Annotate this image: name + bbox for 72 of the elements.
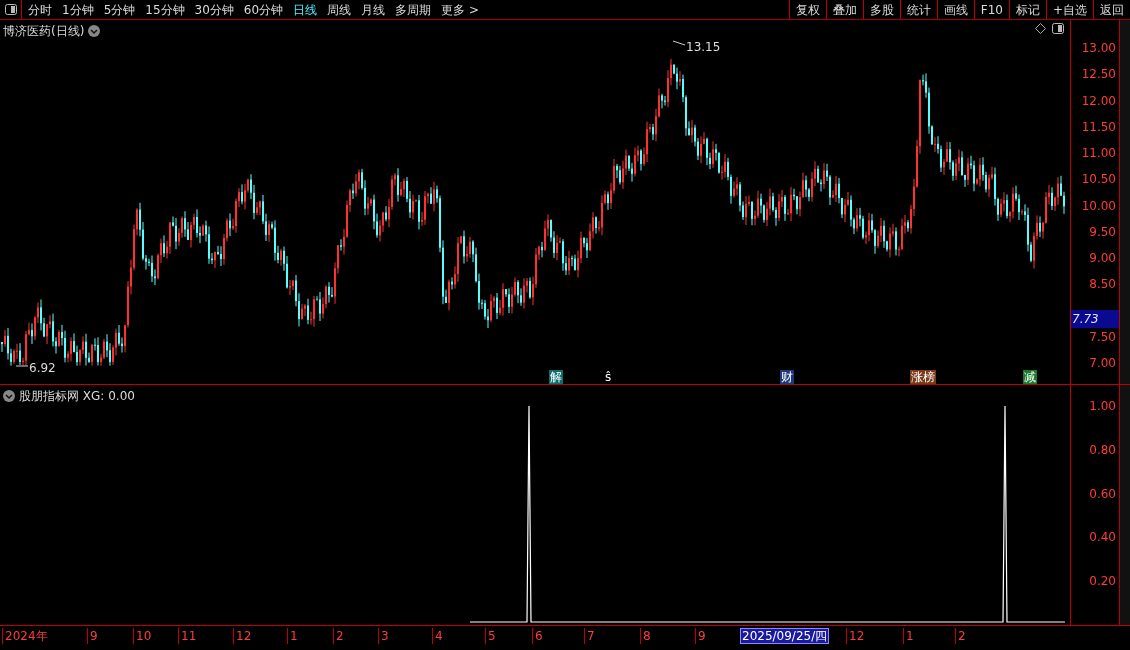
diamond-icon[interactable] xyxy=(1035,23,1046,34)
toolbar-button[interactable]: 复权 xyxy=(788,0,826,19)
price-axis-label: 9.50 xyxy=(1089,223,1116,240)
date-axis-label: 4 xyxy=(432,628,443,644)
price-axis-label: 12.00 xyxy=(1081,92,1116,109)
toolbar-button[interactable]: +自选 xyxy=(1045,0,1093,19)
indicator-axis-label: 0.80 xyxy=(1089,441,1116,458)
leader-line xyxy=(15,365,29,367)
indicator-axis-label: 0.40 xyxy=(1089,529,1116,546)
panel-toggle-icon[interactable] xyxy=(1052,23,1064,34)
price-axis-label: 7.50 xyxy=(1089,328,1116,345)
date-axis-label: 2 xyxy=(955,628,966,644)
period-tab[interactable]: 15分钟 xyxy=(145,0,185,19)
period-tab[interactable]: 更多 > xyxy=(441,0,479,19)
period-tab[interactable]: 月线 xyxy=(361,0,386,19)
date-axis-label: 1 xyxy=(903,628,914,644)
chevron-down-icon[interactable] xyxy=(3,390,15,402)
price-axis-label: 10.00 xyxy=(1081,197,1116,214)
price-axis-label: 7.00 xyxy=(1089,355,1116,371)
date-axis-label: 8 xyxy=(640,628,651,644)
price-axis-label: 11.50 xyxy=(1081,118,1116,135)
current-price-label: 7.73 xyxy=(1071,310,1119,328)
toolbar-button[interactable]: 标记 xyxy=(1008,0,1046,19)
panel-toggle-icon[interactable] xyxy=(4,4,17,15)
toolbar-button[interactable]: 画线 xyxy=(936,0,974,19)
period-tab[interactable]: 多周期 xyxy=(395,0,432,19)
toolbar-button[interactable]: 多股 xyxy=(862,0,900,19)
high-price-label: 13.15 xyxy=(686,39,721,56)
chevron-down-icon[interactable] xyxy=(88,25,101,37)
toolbar-button[interactable]: 叠加 xyxy=(825,0,863,19)
price-axis-label: 13.00 xyxy=(1081,40,1116,56)
cursor-date-label: 2025/09/25/四 xyxy=(740,628,830,644)
date-axis-label: 11 xyxy=(178,628,197,644)
period-tab[interactable]: 60分钟 xyxy=(243,0,284,19)
toolbar-button[interactable]: F10 xyxy=(973,0,1009,19)
toolbar-button[interactable]: 返回 xyxy=(1093,0,1130,19)
date-axis-label: 2 xyxy=(333,628,344,644)
chart-title: 博济医药(日线) xyxy=(3,23,85,40)
period-tab[interactable]: 1分钟 xyxy=(62,0,94,19)
event-tag[interactable]: 减 xyxy=(1023,370,1037,384)
date-axis-label: 1 xyxy=(287,628,298,644)
date-axis-label: 6 xyxy=(532,628,543,644)
period-tab[interactable]: 日线 xyxy=(293,0,318,19)
price-axis-label: 10.50 xyxy=(1081,171,1116,188)
event-tag[interactable]: ŝ xyxy=(604,370,613,384)
date-axis-label: 9 xyxy=(87,628,98,644)
price-axis-label: 9.00 xyxy=(1089,250,1116,266)
period-tab[interactable]: 5分钟 xyxy=(103,0,136,19)
date-axis-label: 3 xyxy=(378,628,389,644)
indicator-title: 股朋指标网 XG: 0.00 xyxy=(19,388,135,405)
indicator-axis-label: 0.60 xyxy=(1089,485,1116,502)
period-tab[interactable]: 30分钟 xyxy=(194,0,234,19)
date-axis-label: 12 xyxy=(846,628,865,644)
period-tab[interactable]: 周线 xyxy=(327,0,352,19)
date-axis-label: 7 xyxy=(584,628,595,644)
price-axis-label: 8.50 xyxy=(1089,276,1116,293)
low-price-label: 6.92 xyxy=(29,360,56,377)
event-tag[interactable]: 涨榜 xyxy=(910,370,936,384)
toolbar-button[interactable]: 统计 xyxy=(899,0,937,19)
leader-line xyxy=(672,40,686,46)
period-tab[interactable]: 分时 xyxy=(28,0,52,19)
date-axis-label: 10 xyxy=(133,628,152,644)
event-tag[interactable]: 解 xyxy=(549,370,563,384)
event-tag[interactable]: 财 xyxy=(780,370,794,384)
date-axis-label: 2024年 xyxy=(2,628,48,644)
date-axis-label: 12 xyxy=(233,628,252,644)
date-axis-label: 9 xyxy=(695,628,706,644)
indicator-axis-label: 0.20 xyxy=(1089,573,1116,589)
indicator-axis-label: 1.00 xyxy=(1089,398,1116,414)
price-axis-label: 11.00 xyxy=(1081,145,1116,161)
price-axis-label: 12.50 xyxy=(1081,66,1116,83)
date-axis-label: 5 xyxy=(485,628,496,644)
